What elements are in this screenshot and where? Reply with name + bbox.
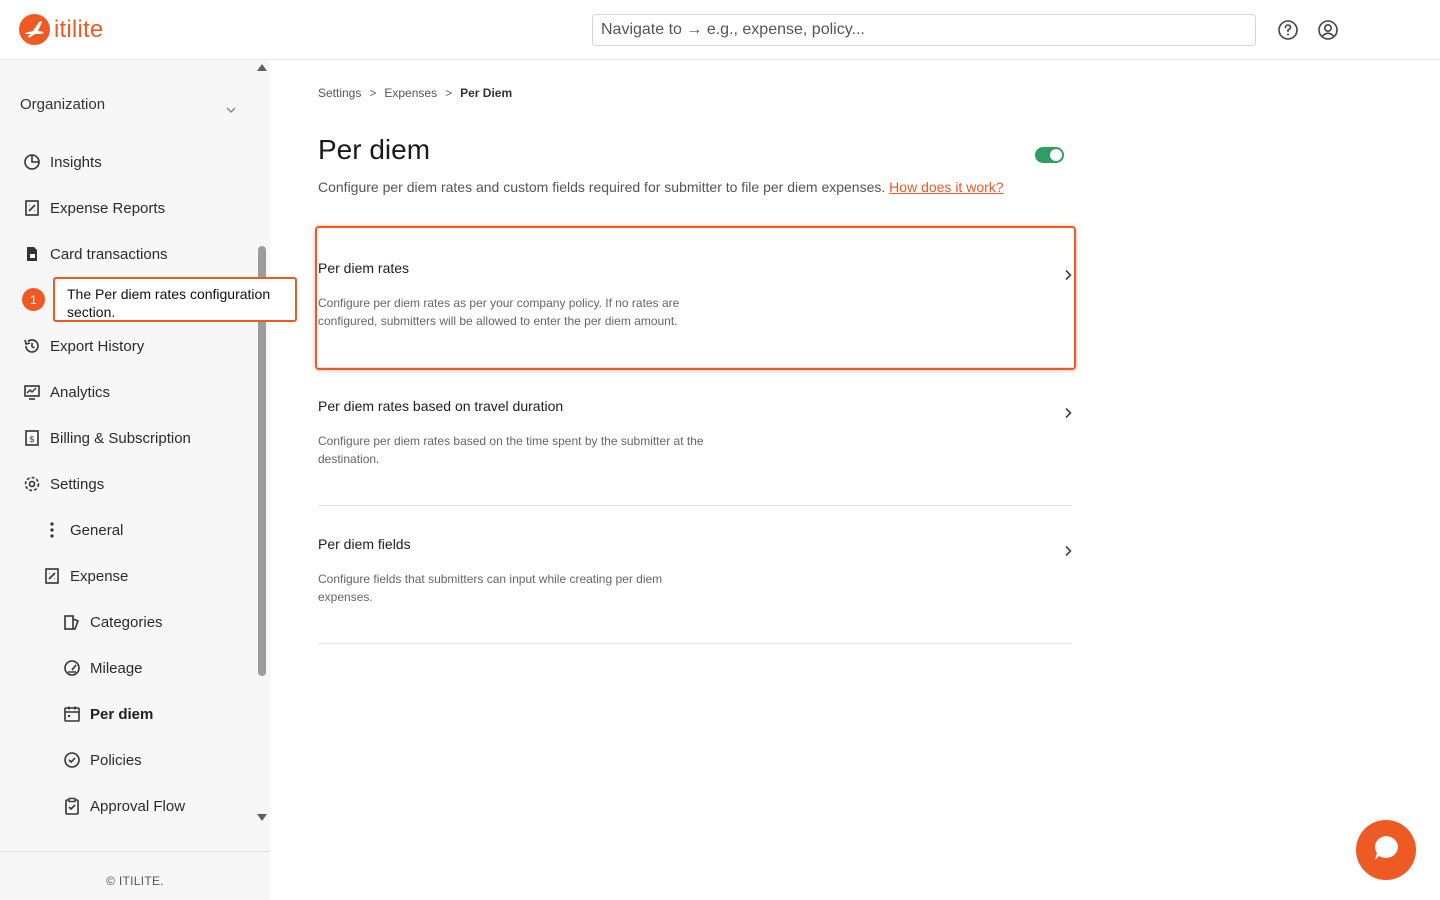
navigate-search-input[interactable] [592, 14, 1256, 46]
more-vertical-icon [42, 520, 62, 540]
card-description: Configure fields that submitters can inp… [318, 572, 663, 604]
sidebar-item-billing[interactable]: $ Billing & Subscription [22, 427, 191, 449]
clipboard-check-icon [62, 796, 82, 816]
sidebar-item-label: Billing & Subscription [50, 429, 191, 447]
analytics-icon [22, 382, 42, 402]
chevron-right-icon[interactable] [1064, 406, 1072, 424]
sidebar-item-label: Card transactions [50, 245, 168, 263]
sidebar-item-analytics[interactable]: Analytics [22, 381, 110, 403]
speedometer-icon [62, 658, 82, 678]
receipt-icon [42, 566, 62, 586]
sidebar-item-export-history[interactable]: Export History [22, 335, 144, 357]
card-title: Per diem fields [318, 536, 411, 552]
annotation-number-badge: 1 [22, 288, 45, 311]
gear-icon [22, 474, 42, 494]
annotation-highlight-box [315, 226, 1076, 370]
sidebar-item-label: Mileage [90, 659, 143, 677]
scroll-down-arrow-icon[interactable] [257, 814, 267, 821]
breadcrumb-separator: > [369, 86, 377, 100]
sidebar-item-label: Insights [50, 153, 102, 171]
sidebar-item-general[interactable]: General [42, 519, 123, 541]
annotation-callout: The Per diem rates configuration section… [53, 277, 297, 322]
sidebar-item-policies[interactable]: Policies [62, 749, 142, 771]
sidebar-item-expense[interactable]: Expense [42, 565, 128, 587]
sidebar-item-insights[interactable]: Insights [22, 151, 102, 173]
sidebar-item-per-diem[interactable]: Per diem [62, 703, 153, 725]
sidebar-item-label: Expense Reports [50, 199, 166, 217]
per-diem-fields-card[interactable]: Per diem fields Configure fields that su… [318, 506, 1072, 644]
sidebar-item-label: Approval Flow [90, 797, 186, 815]
sidebar-item-label: General [70, 521, 124, 539]
calendar-icon [62, 704, 82, 724]
help-circle-icon[interactable] [1277, 19, 1299, 41]
sidebar-footer: © ITILITE. [0, 851, 270, 900]
receipt-icon [22, 198, 42, 218]
itilite-logo[interactable]: itilite [19, 14, 103, 45]
sidebar-item-card-transactions[interactable]: Card transactions [22, 243, 168, 265]
card-description: Configure per diem rates based on the ti… [318, 434, 704, 466]
per-diem-enabled-toggle[interactable] [1035, 147, 1064, 163]
page-description: Configure per diem rates and custom fiel… [318, 179, 1004, 195]
logo-plane-icon [19, 14, 50, 45]
sidebar-item-label: Analytics [50, 383, 111, 401]
sidebar-nav: Organization Insights Expense Reports Ca… [0, 60, 255, 850]
svg-text:$: $ [29, 435, 35, 445]
page-title: Per diem [318, 134, 431, 165]
sidebar-item-label: Per diem [90, 705, 154, 723]
chat-bubble-icon [1371, 833, 1401, 868]
breadcrumb-per-diem: Per Diem [460, 86, 513, 100]
billing-icon: $ [22, 428, 42, 448]
sidebar-item-settings[interactable]: Settings [22, 473, 104, 495]
chat-button[interactable] [1356, 820, 1416, 880]
sidebar-item-label: Policies [90, 751, 142, 769]
user-circle-icon[interactable] [1317, 19, 1339, 41]
per-diem-duration-card[interactable]: Per diem rates based on travel duration … [318, 368, 1072, 506]
scroll-up-arrow-icon[interactable] [257, 64, 267, 71]
sidebar-item-label: Settings [50, 475, 105, 493]
pie-chart-icon [22, 152, 42, 172]
card-title: Per diem rates based on travel duration [318, 398, 564, 414]
page-description-text: Configure per diem rates and custom fiel… [318, 179, 886, 195]
sidebar-item-label: Categories [90, 613, 163, 631]
breadcrumb-expenses[interactable]: Expenses [384, 86, 437, 100]
chevron-down-icon[interactable] [224, 102, 238, 120]
sidebar-item-approval-flow[interactable]: Approval Flow [62, 795, 185, 817]
breadcrumb-separator: > [445, 86, 453, 100]
chevron-right-icon[interactable] [1064, 544, 1072, 562]
breadcrumb-settings[interactable]: Settings [318, 86, 361, 100]
sidebar-item-categories[interactable]: Categories [62, 611, 163, 633]
categories-icon [62, 612, 82, 632]
check-circle-icon [62, 750, 82, 770]
sidebar-item-expense-reports[interactable]: Expense Reports [22, 197, 165, 219]
organization-selector[interactable]: Organization [20, 96, 105, 113]
sidebar-item-label: Expense [70, 567, 129, 585]
top-bar: itilite [0, 0, 1440, 60]
sidebar-item-label: Export History [50, 337, 145, 355]
sidebar: Organization Insights Expense Reports Ca… [0, 60, 270, 900]
history-icon [22, 336, 42, 356]
sidebar-item-mileage[interactable]: Mileage [62, 657, 143, 679]
card-doc-icon [22, 244, 42, 264]
breadcrumb: Settings > Expenses > Per Diem [318, 86, 512, 100]
logo-text: itilite [54, 15, 104, 43]
how-does-it-work-link[interactable]: How does it work? [889, 179, 1003, 195]
